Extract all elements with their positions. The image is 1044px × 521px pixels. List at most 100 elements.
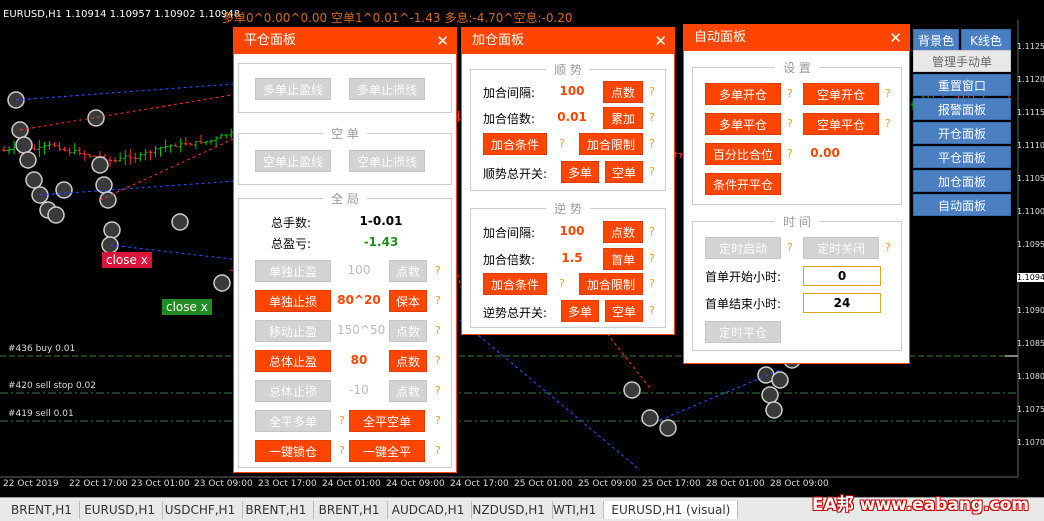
- help-icon[interactable]: ?: [435, 444, 441, 457]
- symbol-tab[interactable]: BRENT,H1: [4, 501, 80, 519]
- end-hour-input[interactable]: 24: [803, 293, 881, 313]
- open-panel-button[interactable]: 开仓面板: [913, 122, 1011, 144]
- help-icon[interactable]: ?: [787, 87, 793, 100]
- interval-points-button[interactable]: 点数: [603, 81, 643, 103]
- help-icon[interactable]: ?: [649, 252, 655, 265]
- help-icon[interactable]: ?: [885, 241, 891, 254]
- timer-close-button[interactable]: 定时平仓: [705, 321, 781, 343]
- help-icon[interactable]: ?: [649, 165, 655, 178]
- single-sl-button[interactable]: 单独止损: [255, 290, 331, 312]
- total-tp-points-button[interactable]: 点数: [389, 350, 427, 372]
- close-panel-button[interactable]: 平仓面板: [913, 146, 1011, 168]
- close-icon[interactable]: ✕: [436, 28, 449, 54]
- total-sl-button[interactable]: 总体止损: [255, 380, 331, 402]
- trailing-tp-value[interactable]: 150^50: [337, 323, 385, 337]
- open-short-button[interactable]: 空单开仓: [803, 83, 879, 105]
- condition-close-button[interactable]: 条件开平仓: [705, 173, 781, 195]
- help-icon[interactable]: ?: [559, 137, 565, 150]
- trailing-points-button[interactable]: 点数: [389, 320, 427, 342]
- counter-short-button[interactable]: 空单: [605, 300, 643, 322]
- start-hour-input[interactable]: 0: [803, 266, 881, 286]
- close-icon[interactable]: ✕: [654, 28, 667, 54]
- single-tp-value[interactable]: 100: [339, 263, 379, 277]
- single-sl-value[interactable]: 80^20: [337, 293, 381, 307]
- add-condition-button[interactable]: 加合条件: [483, 133, 547, 155]
- help-icon[interactable]: ?: [435, 294, 441, 307]
- symbol-tab[interactable]: WTI,H1: [546, 501, 605, 519]
- help-icon[interactable]: ?: [435, 354, 441, 367]
- timer-start-button[interactable]: 定时启动: [705, 237, 781, 259]
- close-all-short-button[interactable]: 全平空单: [349, 410, 425, 432]
- short-tp-line-button[interactable]: 空单止盈线: [255, 150, 331, 172]
- total-tp-button[interactable]: 总体止盈: [255, 350, 331, 372]
- alert-panel-button[interactable]: 报警面板: [913, 98, 1011, 120]
- help-icon[interactable]: ?: [649, 111, 655, 124]
- timer-stop-button[interactable]: 定时关闭: [803, 237, 879, 259]
- add-limit-button[interactable]: 加合限制: [579, 133, 643, 155]
- manage-manual-orders-button[interactable]: 管理手动单: [913, 50, 1011, 72]
- help-icon[interactable]: ?: [787, 241, 793, 254]
- help-icon[interactable]: ?: [339, 444, 345, 457]
- interval-value[interactable]: 100: [557, 224, 587, 238]
- auto-panel-title[interactable]: 自动面板 ✕: [684, 25, 909, 51]
- first-order-button[interactable]: 首单: [603, 248, 643, 270]
- breakeven-button[interactable]: 保本: [389, 290, 427, 312]
- symbol-tab[interactable]: EURUSD,H1: [77, 501, 164, 519]
- single-tp-button[interactable]: 单独止盈: [255, 260, 331, 282]
- counter-long-button[interactable]: 多单: [561, 300, 599, 322]
- chart-area[interactable]: EURUSD,H1 1.10914 1.10957 1.10902 1.1094…: [0, 0, 1044, 497]
- close-tag-red[interactable]: close x: [102, 252, 152, 268]
- short-sl-line-button[interactable]: 空单止损线: [349, 150, 425, 172]
- close-icon[interactable]: ✕: [889, 25, 902, 51]
- add-panel-button[interactable]: 加仓面板: [913, 170, 1011, 192]
- close-long-button[interactable]: 多单平仓: [705, 113, 781, 135]
- interval-value[interactable]: 100: [557, 84, 587, 98]
- help-icon[interactable]: ?: [435, 324, 441, 337]
- close-panel-title[interactable]: 平仓面板 ✕: [234, 28, 456, 54]
- open-long-button[interactable]: 多单开仓: [705, 83, 781, 105]
- help-icon[interactable]: ?: [649, 277, 655, 290]
- help-icon[interactable]: ?: [787, 147, 793, 160]
- symbol-tab[interactable]: EURUSD,H1 (visual): [604, 501, 739, 519]
- add-condition-button[interactable]: 加合条件: [483, 273, 547, 295]
- single-tp-points-button[interactable]: 点数: [389, 260, 427, 282]
- add-panel-title[interactable]: 加仓面板 ✕: [462, 28, 674, 54]
- interval-points-button[interactable]: 点数: [603, 221, 643, 243]
- help-icon[interactable]: ?: [885, 117, 891, 130]
- symbol-tab[interactable]: BRENT,H1: [312, 501, 388, 519]
- cumulative-button[interactable]: 累加: [603, 107, 643, 129]
- trailing-tp-button[interactable]: 移动止盈: [255, 320, 331, 342]
- close-tag-green[interactable]: close x: [162, 299, 212, 315]
- help-icon[interactable]: ?: [435, 384, 441, 397]
- reset-window-button[interactable]: 重置窗口: [913, 74, 1011, 96]
- symbol-tab[interactable]: NZDUSD,H1: [465, 501, 553, 519]
- help-icon[interactable]: ?: [649, 85, 655, 98]
- candle-color-button[interactable]: K线色: [961, 29, 1011, 51]
- close-short-button[interactable]: 空单平仓: [803, 113, 879, 135]
- total-sl-value[interactable]: -10: [339, 383, 379, 397]
- multiplier-value[interactable]: 1.5: [557, 251, 587, 265]
- background-color-button[interactable]: 背景色: [913, 29, 959, 51]
- trend-long-button[interactable]: 多单: [561, 161, 599, 183]
- help-icon[interactable]: ?: [435, 264, 441, 277]
- total-sl-points-button[interactable]: 点数: [389, 380, 427, 402]
- help-icon[interactable]: ?: [559, 277, 565, 290]
- trend-short-button[interactable]: 空单: [605, 161, 643, 183]
- help-icon[interactable]: ?: [787, 117, 793, 130]
- symbol-tab[interactable]: AUDCAD,H1: [385, 501, 473, 519]
- add-limit-button[interactable]: 加合限制: [579, 273, 643, 295]
- symbol-tab[interactable]: USDCHF,H1: [158, 501, 244, 519]
- percent-value[interactable]: 0.00: [805, 146, 845, 160]
- help-icon[interactable]: ?: [649, 304, 655, 317]
- auto-panel-button[interactable]: 自动面板: [913, 194, 1011, 216]
- symbol-tab[interactable]: BRENT,H1: [238, 501, 315, 519]
- long-sl-line-button[interactable]: 多单止损线: [349, 78, 425, 100]
- help-icon[interactable]: ?: [649, 225, 655, 238]
- multiplier-value[interactable]: 0.01: [557, 110, 587, 124]
- long-tp-line-button[interactable]: 多单止盈线: [255, 78, 331, 100]
- help-icon[interactable]: ?: [649, 137, 655, 150]
- help-icon[interactable]: ?: [885, 87, 891, 100]
- help-icon[interactable]: ?: [339, 414, 345, 427]
- lock-position-button[interactable]: 一键锁仓: [255, 440, 331, 462]
- total-tp-value[interactable]: 80: [339, 353, 379, 367]
